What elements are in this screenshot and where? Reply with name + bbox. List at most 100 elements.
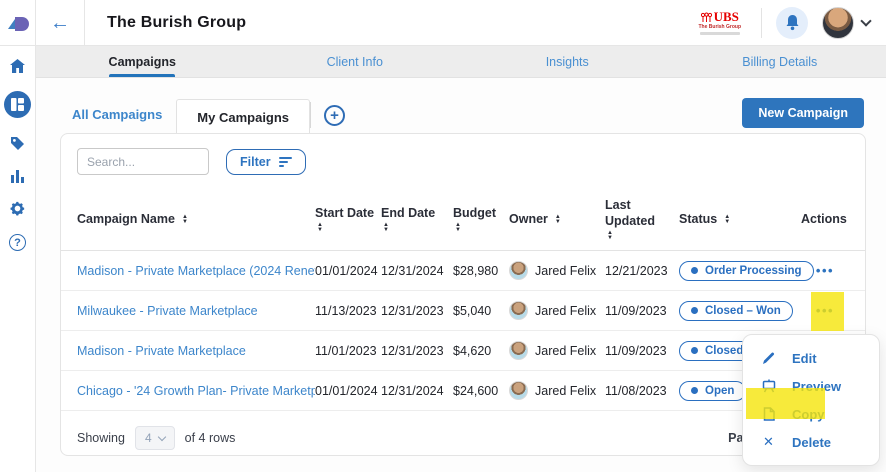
status-cell: Closed – Won xyxy=(679,301,801,321)
table-row: Madison - Private Marketplace (2024 Rene… xyxy=(61,251,865,291)
row-actions-button[interactable]: ••• xyxy=(801,303,849,318)
sort-icon: ▲▼ xyxy=(317,223,323,233)
column-label: Start Date xyxy=(315,206,374,222)
back-button[interactable]: ← xyxy=(36,0,85,46)
menu-item-preview[interactable]: Preview xyxy=(743,372,879,400)
start-date-cell: 01/01/2024 xyxy=(315,264,381,278)
owner-name: Jared Felix xyxy=(535,384,596,398)
chevron-down-icon[interactable] xyxy=(860,15,871,26)
back-arrow-icon: ← xyxy=(50,13,70,33)
ubs-brand-text: UBS xyxy=(714,10,739,24)
filter-button[interactable]: Filter xyxy=(226,149,306,175)
status-label: Open xyxy=(705,385,734,397)
menu-item-copy[interactable]: Copy xyxy=(743,400,879,428)
last-updated-cell: 11/09/2023 xyxy=(605,304,679,318)
status-badge: Closed – Won xyxy=(679,301,793,321)
column-header-last-updated[interactable]: Last Updated ▲▼ xyxy=(605,198,679,241)
end-date-cell: 12/31/2023 xyxy=(381,344,453,358)
sort-icon: ▲▼ xyxy=(182,215,188,225)
sidebar-item-settings[interactable] xyxy=(9,200,26,217)
main-tabbar: Campaigns Client Info Insights Billing D… xyxy=(36,46,886,78)
column-header-owner[interactable]: Owner ▲▼ xyxy=(509,212,605,228)
status-dot-icon xyxy=(691,347,698,354)
end-date-cell: 12/31/2024 xyxy=(381,384,453,398)
column-label: End Date xyxy=(381,206,435,222)
column-label: Campaign Name xyxy=(77,212,175,228)
tab-billing-details[interactable]: Billing Details xyxy=(674,46,886,77)
column-header-start-date[interactable]: Start Date ▲▼ xyxy=(315,206,381,234)
active-tab-underline xyxy=(109,74,175,77)
menu-item-delete[interactable]: ✕ Delete xyxy=(743,428,879,456)
sidebar-item-tags[interactable] xyxy=(9,135,26,152)
menu-item-label: Delete xyxy=(792,435,831,450)
bar-chart-icon xyxy=(10,169,25,183)
ubs-subtitle-line2 xyxy=(700,32,740,35)
column-header-campaign-name[interactable]: Campaign Name ▲▼ xyxy=(77,212,315,228)
end-date-cell: 12/31/2023 xyxy=(381,304,453,318)
campaign-name-link[interactable]: Madison - Private Marketplace xyxy=(77,344,315,358)
ubs-keys-icon xyxy=(701,12,712,23)
campaign-name-link[interactable]: Milwaukee - Private Marketplace xyxy=(77,304,315,318)
last-updated-cell: 12/21/2023 xyxy=(605,264,679,278)
page-size-select[interactable]: 4 xyxy=(135,426,175,450)
divider xyxy=(310,102,311,128)
last-updated-cell: 11/08/2023 xyxy=(605,384,679,398)
sidebar-item-campaigns-active[interactable] xyxy=(4,91,31,118)
status-badge: Open xyxy=(679,381,746,401)
campaign-name-link[interactable]: Madison - Private Marketplace (2024 Rene… xyxy=(77,264,315,278)
preview-easel-icon xyxy=(761,379,776,393)
copy-document-icon xyxy=(761,407,776,421)
owner-name: Jared Felix xyxy=(535,344,596,358)
sidebar-item-analytics[interactable] xyxy=(10,169,25,183)
row-actions-button[interactable]: ••• xyxy=(801,263,849,278)
column-label: Owner xyxy=(509,212,548,228)
tab-label: Billing Details xyxy=(742,55,817,69)
tag-icon xyxy=(9,135,26,152)
column-header-end-date[interactable]: End Date ▲▼ xyxy=(381,206,453,234)
menu-item-label: Copy xyxy=(792,407,825,422)
help-icon: ? xyxy=(9,234,26,251)
notifications-button[interactable] xyxy=(776,7,808,39)
user-avatar[interactable] xyxy=(822,7,854,39)
subtab-my-campaigns[interactable]: My Campaigns xyxy=(176,99,310,134)
status-badge: Order Processing xyxy=(679,261,814,281)
sidebar-item-help[interactable]: ? xyxy=(9,234,26,251)
add-tab-button[interactable]: + xyxy=(324,105,345,126)
header-right: UBS The Burish Group xyxy=(693,7,886,39)
search-input[interactable] xyxy=(77,148,209,175)
end-date-cell: 12/31/2024 xyxy=(381,264,453,278)
column-label: Budget xyxy=(453,206,496,222)
sort-icon: ▲▼ xyxy=(555,215,561,225)
sidebar-item-home[interactable] xyxy=(9,58,26,74)
divider xyxy=(761,8,762,38)
tab-insights[interactable]: Insights xyxy=(461,46,674,77)
column-header-budget[interactable]: Budget ▲▼ xyxy=(453,206,509,234)
sort-icon: ▲▼ xyxy=(724,215,730,225)
filter-icon xyxy=(279,155,292,169)
home-icon xyxy=(9,58,26,74)
sort-icon: ▲▼ xyxy=(455,223,461,233)
tab-client-info[interactable]: Client Info xyxy=(249,46,462,77)
owner-avatar xyxy=(509,301,528,320)
budget-cell: $4,620 xyxy=(453,344,509,358)
tab-label: Campaigns xyxy=(109,55,176,69)
column-label: Last Updated xyxy=(605,198,660,229)
tab-label: Client Info xyxy=(327,55,383,69)
tab-campaigns[interactable]: Campaigns xyxy=(36,46,249,77)
owner-avatar xyxy=(509,381,528,400)
owner-cell: Jared Felix xyxy=(509,381,605,400)
campaign-name-link[interactable]: Chicago - '24 Growth Plan- Private Marke… xyxy=(77,384,315,398)
status-cell: Order Processing xyxy=(679,261,801,281)
showing-label: Showing xyxy=(77,431,125,445)
column-header-status[interactable]: Status ▲▼ xyxy=(679,212,801,228)
owner-name: Jared Felix xyxy=(535,304,596,318)
budget-cell: $28,980 xyxy=(453,264,509,278)
status-label: Closed – Won xyxy=(705,305,781,317)
table-toolbar: Filter xyxy=(61,134,865,188)
subtab-all-campaigns[interactable]: All Campaigns xyxy=(60,107,176,134)
start-date-cell: 11/01/2023 xyxy=(315,344,381,358)
new-campaign-button[interactable]: New Campaign xyxy=(742,98,864,128)
sort-icon: ▲▼ xyxy=(383,223,389,233)
menu-item-edit[interactable]: Edit xyxy=(743,344,879,372)
owner-cell: Jared Felix xyxy=(509,261,605,280)
